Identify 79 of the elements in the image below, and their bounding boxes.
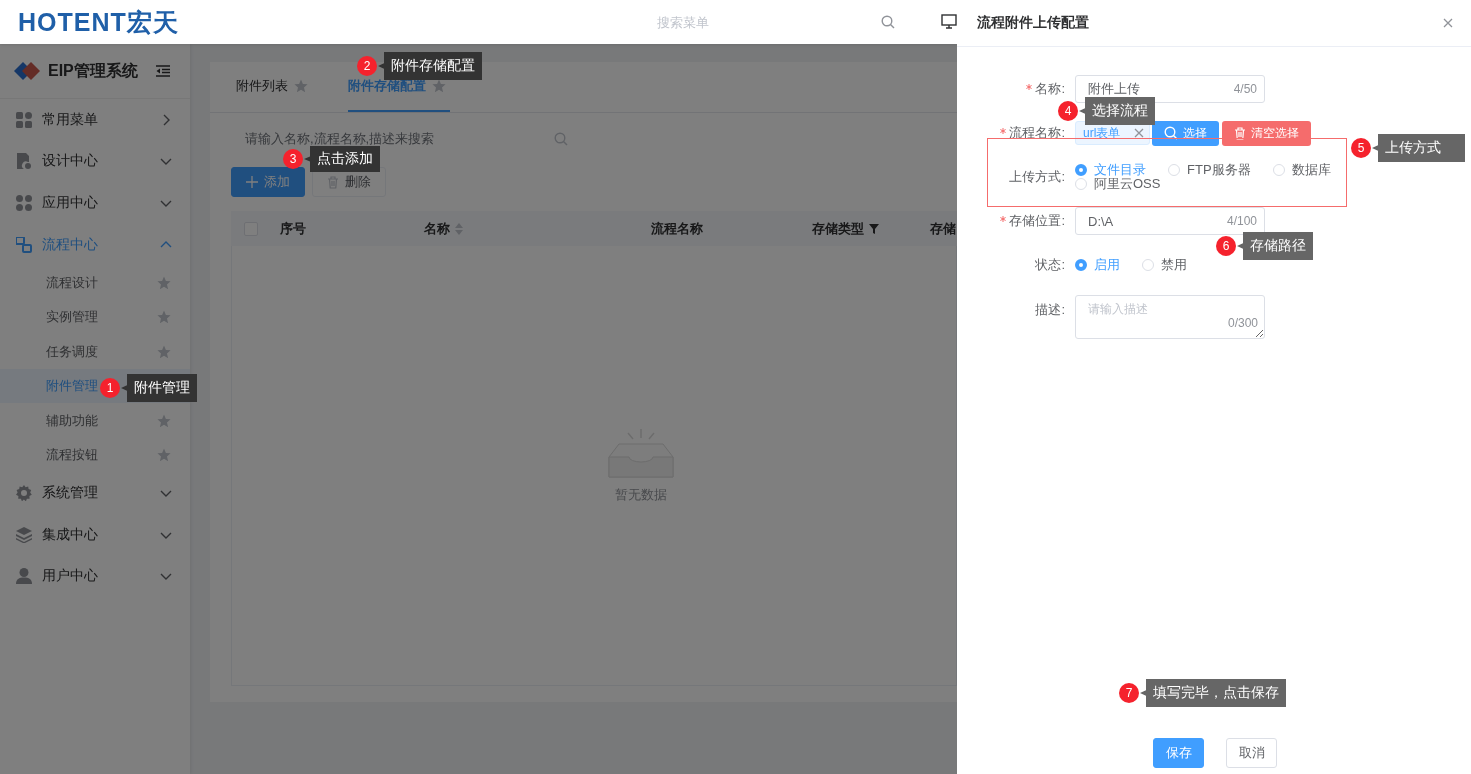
- menu-item[interactable]: 设计中心: [0, 140, 190, 183]
- menu-item[interactable]: 用户中心: [0, 555, 190, 598]
- document-icon: [16, 153, 32, 170]
- add-button[interactable]: 添加: [231, 167, 305, 197]
- callout-tooltip: 附件存储配置: [378, 52, 482, 80]
- filter-icon: [868, 223, 879, 234]
- plus-icon: [246, 176, 258, 188]
- radio-button[interactable]: [1075, 259, 1087, 271]
- column-header[interactable]: 序号: [270, 211, 313, 246]
- callout-tooltip: 上传方式: [1372, 134, 1465, 162]
- search-icon: [1164, 126, 1179, 140]
- character-counter: 4/100: [1226, 214, 1257, 228]
- user-icon: [16, 568, 32, 585]
- menu-item[interactable]: 常用菜单: [0, 99, 190, 141]
- menu-item[interactable]: 应用中心: [0, 182, 190, 224]
- grid-icon: [16, 111, 32, 128]
- menu-item[interactable]: 集成中心: [0, 513, 190, 556]
- flow-icon: [16, 236, 32, 253]
- menu-item[interactable]: 流程中心: [0, 223, 190, 266]
- remove-icon: [1134, 128, 1145, 138]
- star-icon: [157, 413, 171, 428]
- save-button[interactable]: 保存: [1153, 738, 1204, 768]
- column-header[interactable]: 存储: [910, 211, 956, 246]
- tab[interactable]: 附件列表: [236, 62, 312, 112]
- select-button[interactable]: 选择: [1152, 120, 1220, 146]
- clear-button[interactable]: 清空选择: [1222, 120, 1312, 146]
- menu-icon: [156, 65, 170, 77]
- submenu-item[interactable]: 实例管理: [0, 299, 190, 335]
- drawer-title: 流程附件上传配置: [977, 14, 1089, 32]
- column-header[interactable]: 名称: [313, 211, 573, 246]
- logo: HOTENT宏天: [18, 6, 180, 38]
- logo-icon: [14, 62, 40, 80]
- close-button[interactable]: [1441, 16, 1455, 30]
- star-icon: [157, 275, 171, 290]
- menu-item[interactable]: 系统管理: [0, 472, 190, 514]
- close-icon: [1443, 18, 1453, 28]
- callout-tooltip: 存储路径: [1237, 232, 1313, 260]
- search-icon: [881, 15, 895, 29]
- radio-option[interactable]: 启用: [1075, 258, 1120, 272]
- submenu-item[interactable]: 辅助功能: [0, 403, 190, 438]
- trash-icon: [327, 175, 339, 189]
- callout-tooltip: 填写完毕，点击保存: [1140, 679, 1286, 707]
- submenu-item[interactable]: 流程按钮: [0, 437, 190, 473]
- callout-tooltip: 附件管理: [121, 374, 197, 402]
- submenu-item[interactable]: 任务调度: [0, 334, 190, 369]
- radio-option[interactable]: 阿里云OSS: [1075, 177, 1161, 191]
- radio-option[interactable]: 文件目录: [1075, 163, 1146, 177]
- star-icon: [432, 79, 446, 93]
- search-icon: [554, 131, 568, 146]
- radio-option[interactable]: 禁用: [1142, 258, 1187, 272]
- sort-icon: [454, 222, 463, 235]
- field-label: 名称:: [1035, 80, 1065, 98]
- column-header[interactable]: 存储类型: [780, 211, 910, 246]
- apps-icon: [16, 195, 32, 211]
- field-label: 描述:: [1035, 301, 1065, 319]
- callout-tooltip: 点击添加: [304, 146, 380, 172]
- trash-icon: [1234, 126, 1247, 140]
- layers-icon: [16, 526, 32, 543]
- gear-icon: [16, 485, 32, 502]
- submenu-item[interactable]: 流程设计: [0, 265, 190, 300]
- search-field[interactable]: 搜索菜单: [657, 8, 904, 36]
- field-label: 上传方式:: [1009, 168, 1065, 186]
- radio-option[interactable]: FTP服务器: [1168, 163, 1251, 177]
- character-counter: 0/300: [1227, 316, 1258, 330]
- star-icon: [157, 310, 171, 325]
- star-icon: [294, 79, 308, 93]
- column-header[interactable]: 流程名称: [573, 211, 780, 246]
- radio-button[interactable]: [1075, 164, 1087, 176]
- callout-tooltip: 选择流程: [1079, 97, 1155, 125]
- field-label: 存储位置:: [1009, 212, 1065, 230]
- app-title: EIP管理系统: [48, 60, 139, 81]
- field-label: 流程名称:: [1009, 124, 1065, 142]
- cancel-button[interactable]: 取消: [1226, 738, 1277, 768]
- character-counter: 4/50: [1233, 82, 1257, 96]
- monitor-icon: [941, 14, 957, 30]
- star-icon: [157, 448, 171, 463]
- field-label: 状态:: [1035, 256, 1065, 274]
- star-icon: [157, 344, 171, 359]
- radio-option[interactable]: 数据库: [1272, 163, 1331, 177]
